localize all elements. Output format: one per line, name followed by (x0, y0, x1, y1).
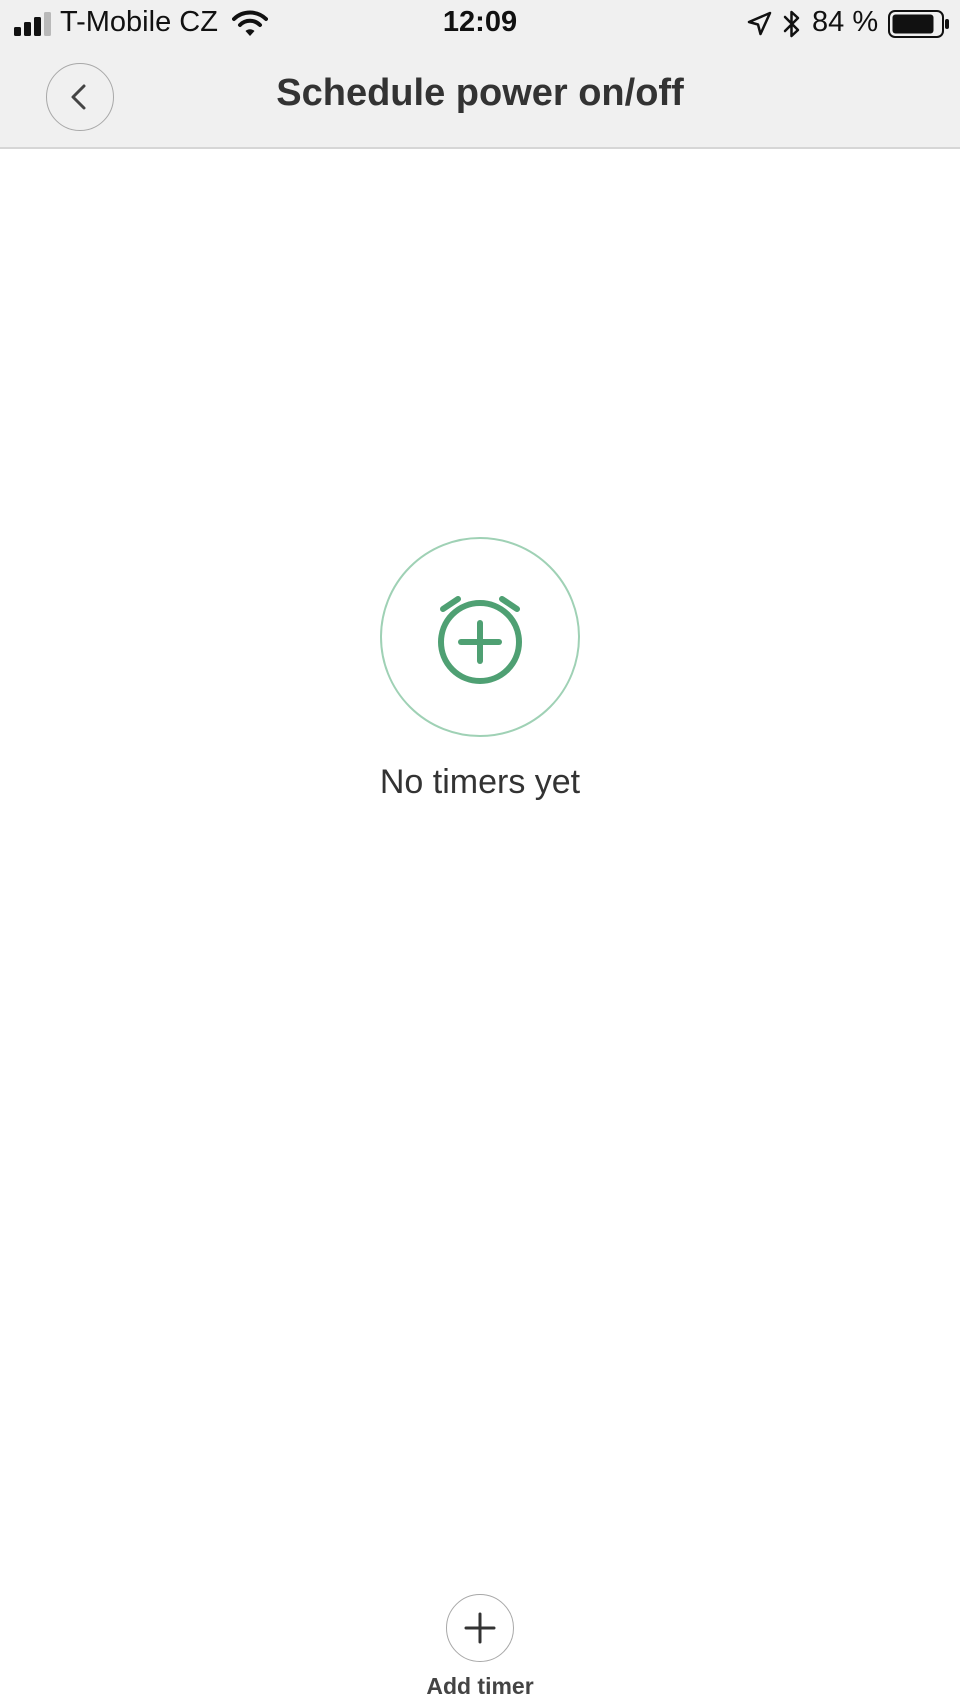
add-timer-label: Add timer (426, 1673, 534, 1699)
battery-icon (888, 10, 949, 38)
page-title: Schedule power on/off (276, 72, 684, 114)
top-bar: T-Mobile CZ 12:09 84 % Schedule power on… (0, 0, 960, 149)
schedule-screen: T-Mobile CZ 12:09 84 % Schedule power on… (0, 0, 960, 1707)
navigation-bar: Schedule power on/off (0, 48, 960, 148)
plus-icon (464, 1612, 496, 1644)
bluetooth-icon (783, 10, 800, 38)
empty-state-message: No timers yet (379, 763, 581, 801)
battery-percent: 84 % (812, 6, 879, 38)
empty-state-icon-ring[interactable] (380, 537, 580, 737)
location-arrow-icon (747, 11, 772, 36)
alarm-clock-add-icon (438, 596, 522, 684)
add-timer-button[interactable]: Add timer (400, 1594, 560, 1704)
status-bar: T-Mobile CZ 12:09 84 % (0, 0, 960, 48)
add-timer-circle[interactable] (446, 1594, 514, 1662)
